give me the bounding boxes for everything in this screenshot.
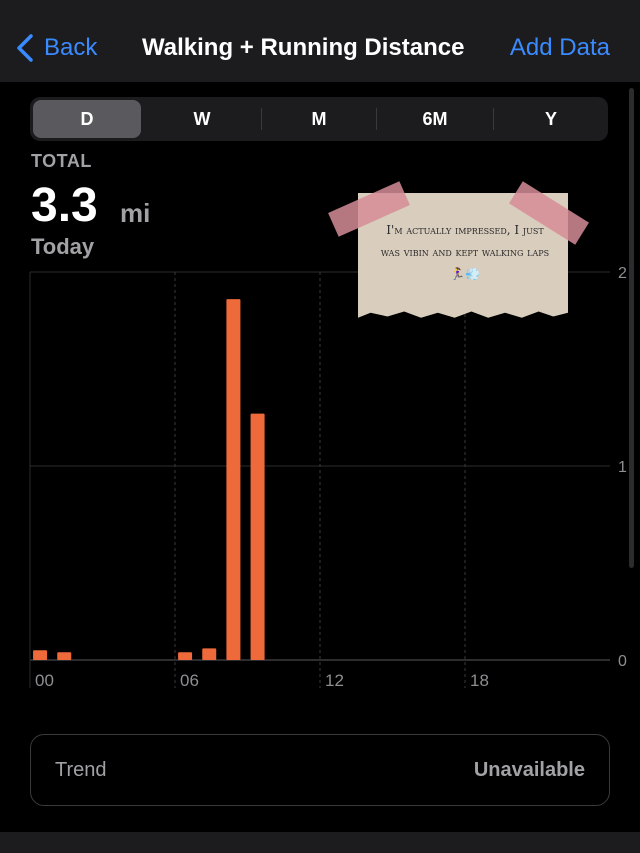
chart-bar [202, 648, 217, 660]
x-tick-label: 00 [35, 671, 54, 690]
note-text: I'm actually impressed, I just was vibin… [380, 223, 550, 281]
chevron-left-icon [16, 33, 34, 63]
segment-week[interactable]: W [144, 97, 260, 141]
trend-label: Trend [55, 759, 107, 781]
x-tick-label: 18 [470, 671, 489, 690]
chart-bar [57, 652, 72, 660]
x-tick-label: 06 [180, 671, 199, 690]
chart-bar [33, 650, 48, 660]
chart-bar [178, 652, 193, 660]
date-label: Today [31, 234, 95, 259]
segment-six-months[interactable]: 6M [377, 97, 493, 141]
y-tick-label: 0 [618, 653, 627, 670]
distance-bar-chart[interactable]: 01200 06 12 18 [0, 260, 640, 700]
period-segmented-control: D W M 6M Y [30, 97, 608, 141]
total-value: 3.3 [31, 179, 98, 232]
segment-month[interactable]: M [262, 97, 376, 141]
back-label: Back [44, 34, 98, 61]
bottom-bar [0, 832, 640, 853]
chart-bar [226, 299, 241, 660]
trend-card[interactable]: Trend Unavailable [30, 734, 610, 806]
page-title: Walking + Running Distance [142, 34, 465, 61]
add-data-button[interactable]: Add Data [510, 34, 610, 62]
trend-value: Unavailable [473, 759, 585, 781]
segment-day[interactable]: D [33, 100, 141, 138]
navigation-bar: Back Walking + Running Distance Add Data [0, 0, 640, 82]
chart-bar [250, 413, 265, 660]
y-tick-label: 2 [618, 265, 627, 282]
y-tick-label: 1 [618, 459, 627, 476]
segment-year[interactable]: Y [494, 97, 608, 141]
total-label: TOTAL [31, 151, 92, 171]
back-button[interactable]: Back [16, 30, 97, 66]
x-tick-label: 12 [325, 671, 344, 690]
total-unit: mi [120, 198, 151, 228]
